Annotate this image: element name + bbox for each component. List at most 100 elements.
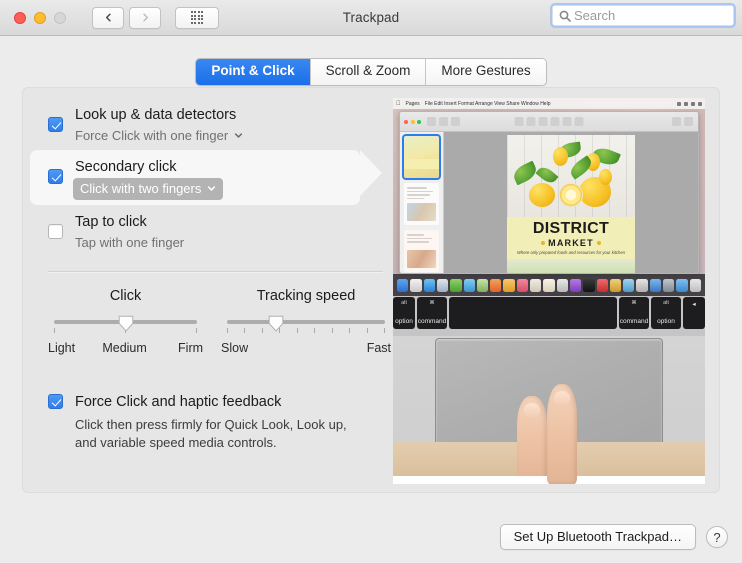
slider-click[interactable]: [46, 315, 205, 337]
checkbox-wrap: [48, 210, 63, 239]
search-icon: [559, 10, 571, 22]
finger-middle: [547, 384, 577, 484]
checkbox-secondary-click[interactable]: [48, 169, 63, 184]
poster-text-band: DISTRICT MARKET Where only prepared food…: [507, 217, 635, 259]
popup-value-look-up: Force Click with one finger: [75, 128, 229, 143]
slider-block-click: Click Light Medium Firm: [46, 288, 205, 355]
slider-block-tracking: Tracking speed Slow Fast: [219, 288, 393, 355]
traffic-lights: [14, 11, 66, 24]
decorative-dot-right: [596, 241, 601, 245]
tab-scroll-and-zoom[interactable]: Scroll & Zoom: [310, 59, 427, 85]
slider-thumb-tracking[interactable]: [268, 315, 284, 332]
checkbox-wrap: [48, 155, 63, 184]
option-row-look-up[interactable]: Look up & data detectors Force Click wit…: [38, 98, 393, 150]
slider-label-light: Light: [48, 341, 76, 355]
key-command-left: ⌘ command: [417, 297, 447, 329]
force-click-title: Force Click and haptic feedback: [75, 394, 282, 410]
toolbar-right-icons: [672, 117, 693, 126]
option-row-secondary-click[interactable]: Secondary click Click with two fingers: [30, 150, 382, 205]
preview-desktop:  Pages File Edit Insert Format Arrange …: [393, 98, 705, 296]
poster-photo: [507, 135, 635, 223]
thumbnail-page-1: [402, 134, 441, 180]
key-bottom-label: command: [417, 318, 447, 325]
slider-title-click: Click: [109, 288, 142, 304]
checkbox-look-up[interactable]: [48, 117, 63, 132]
force-click-section[interactable]: Force Click and haptic feedback Click th…: [38, 391, 393, 452]
key-top-label: alt: [663, 300, 669, 306]
poster-lower-photo: [507, 259, 635, 273]
slider-label-firm: Firm: [178, 341, 204, 355]
key-arrow-left: ◂: [683, 297, 705, 329]
force-click-description: Click then press firmly for Quick Look, …: [75, 417, 347, 450]
popup-secondary-click[interactable]: Click with two fingers: [73, 178, 224, 200]
slider-ticks-tracking: [227, 328, 385, 335]
zoom-window-button: [54, 11, 66, 24]
slider-labels-click: Light Medium Firm: [46, 341, 205, 355]
menubar-items: File Edit Insert Format Arrange View Sha…: [420, 100, 551, 107]
search-field[interactable]: [550, 3, 736, 28]
chevron-left-icon: [105, 13, 111, 22]
slider-section: Click Light Medium Firm Tracking speed S…: [38, 288, 393, 355]
option-title-secondary-click: Secondary click: [75, 159, 177, 175]
setup-bluetooth-trackpad-button[interactable]: Set Up Bluetooth Trackpad…: [499, 524, 696, 550]
menubar-status-items: [677, 101, 702, 106]
tab-point-and-click[interactable]: Point & Click: [196, 59, 311, 85]
key-bottom-label: ◂: [692, 301, 696, 308]
preview-traffic-lights: [404, 119, 421, 124]
section-divider: [48, 271, 383, 272]
help-button[interactable]: ?: [706, 526, 728, 548]
thumbnail-page-3: [404, 230, 439, 272]
preview-poster-page: DISTRICT MARKET Where only prepared food…: [507, 135, 635, 273]
option-title-look-up: Look up & data detectors: [75, 107, 237, 123]
decorative-dot-left: [541, 241, 546, 245]
poster-tagline: Where only prepared foods and resources …: [516, 250, 625, 255]
option-text: Tap to click Tap with one finger: [75, 210, 184, 252]
navigation-buttons: [92, 6, 161, 29]
fingernail: [554, 391, 570, 405]
key-top-label: ⌘: [631, 300, 637, 306]
poster-title: DISTRICT: [532, 220, 610, 237]
checkbox-tap-to-click[interactable]: [48, 224, 63, 239]
preview-dock: [393, 274, 705, 296]
key-bottom-label: option: [657, 318, 675, 325]
menubar-app-name: Pages: [401, 100, 420, 107]
show-all-preferences-button[interactable]: [175, 6, 219, 29]
checkbox-force-click[interactable]: [48, 394, 63, 409]
key-bottom-label: option: [395, 318, 413, 325]
tab-more-gestures[interactable]: More Gestures: [426, 59, 546, 85]
back-button[interactable]: [92, 6, 124, 29]
grid-icon: [190, 11, 204, 24]
key-option-left: alt option: [393, 297, 415, 329]
tab-bar: Point & Click Scroll & Zoom More Gesture…: [0, 58, 742, 86]
close-window-button[interactable]: [14, 11, 26, 24]
key-spacebar: [449, 297, 617, 329]
preferences-panel: Look up & data detectors Force Click wit…: [22, 87, 720, 493]
window-titlebar: Trackpad: [0, 0, 742, 36]
slider-label-slow: Slow: [221, 341, 249, 355]
search-input[interactable]: [574, 8, 727, 23]
preview-menubar:  Pages File Edit Insert Format Arrange …: [393, 98, 705, 109]
slider-thumb-click[interactable]: [118, 315, 134, 332]
slider-tracking[interactable]: [219, 315, 393, 337]
option-title-tap-to-click: Tap to click: [75, 214, 147, 230]
preview-page-thumbnails: [400, 132, 444, 273]
apple-logo-icon: : [396, 101, 401, 107]
option-text: Look up & data detectors Force Click wit…: [75, 103, 243, 145]
preview-window-toolbar: [400, 112, 698, 132]
key-option-right: alt option: [651, 297, 681, 329]
slider-labels-tracking: Slow Fast: [219, 341, 393, 355]
option-row-tap-to-click[interactable]: Tap to click Tap with one finger: [38, 205, 393, 257]
tab-group: Point & Click Scroll & Zoom More Gesture…: [195, 58, 547, 86]
slider-label-fast: Fast: [366, 341, 391, 355]
finger-index: [517, 396, 547, 484]
checkbox-wrap: [48, 103, 63, 132]
toolbar-center-icons: [514, 117, 584, 126]
popup-look-up[interactable]: Force Click with one finger: [75, 126, 243, 145]
force-click-text: Force Click and haptic feedback Click th…: [75, 391, 365, 452]
forward-button: [129, 6, 161, 29]
key-bottom-label: command: [619, 318, 649, 325]
thumbnail-page-2: [404, 183, 439, 225]
minimize-window-button[interactable]: [34, 11, 46, 24]
preview-keyboard-row: alt option ⌘ command ⌘ command alt optio…: [393, 296, 705, 336]
key-command-right: ⌘ command: [619, 297, 649, 329]
